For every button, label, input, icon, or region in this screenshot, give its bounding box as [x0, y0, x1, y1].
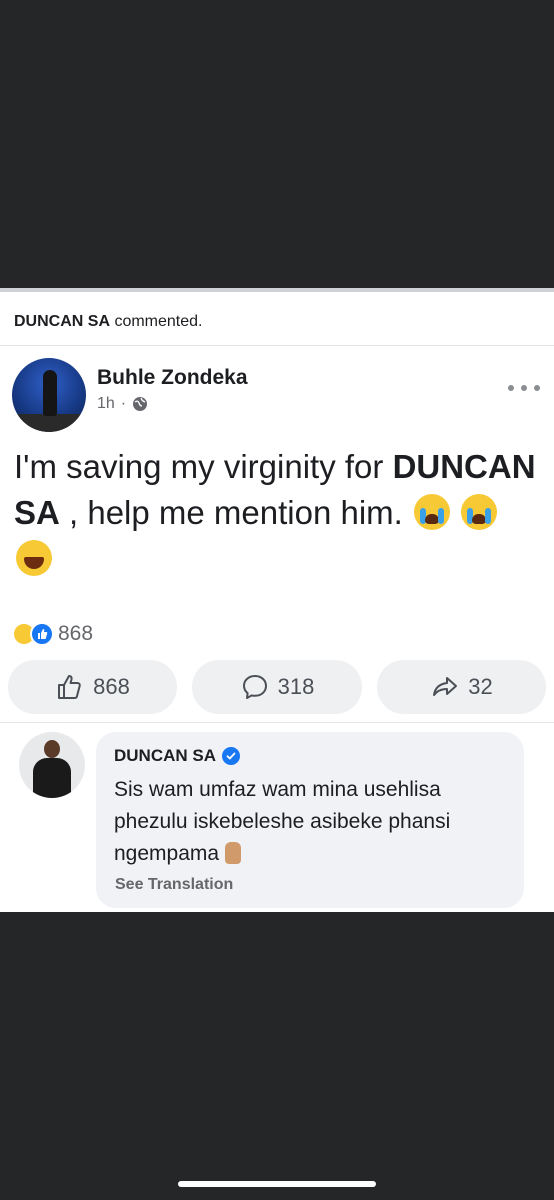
activity-header: DUNCAN SA commented. [0, 296, 554, 346]
comment-count: 318 [277, 674, 315, 699]
reactions-summary[interactable]: 868 [12, 622, 93, 646]
divider [0, 722, 554, 723]
post-text-after: , help me mention him. [59, 494, 403, 531]
author-name[interactable]: Buhle Zondeka [97, 366, 248, 390]
author-avatar[interactable] [12, 358, 86, 432]
verified-badge-icon [222, 747, 240, 765]
face-with-tears-of-joy-icon [16, 540, 52, 576]
like-reaction-icon [30, 622, 54, 646]
share-button[interactable]: 32 [377, 660, 546, 714]
activity-actor[interactable]: DUNCAN SA [14, 313, 110, 330]
like-count: 868 [93, 674, 130, 699]
comment-button[interactable]: 318 [192, 660, 362, 714]
comment-text-block: Sis wam umfaz wam mina usehlisa phezulu … [114, 774, 506, 870]
crossed-fingers-icon [225, 842, 242, 864]
meta-separator: · [120, 395, 127, 412]
reaction-count: 868 [58, 622, 94, 645]
comment-author[interactable]: DUNCAN SA [114, 746, 506, 766]
top-dark-area [0, 0, 554, 288]
activity-action: commented. [114, 313, 203, 330]
post-time[interactable]: 1h [97, 395, 115, 413]
post-card: DUNCAN SA commented. Buhle Zondeka 1h · … [0, 288, 554, 912]
post-meta: 1h · [97, 395, 148, 413]
post-text-before: I'm saving my virginity for [14, 448, 393, 485]
comment-text: Sis wam umfaz wam mina usehlisa phezulu … [114, 778, 451, 865]
loudly-crying-face-icon [414, 494, 451, 530]
like-button[interactable]: 868 [8, 660, 177, 714]
post-text: I'm saving my virginity for DUNCAN SA , … [14, 444, 544, 582]
comment-bubble: DUNCAN SA Sis wam umfaz wam mina usehlis… [96, 732, 524, 908]
comment-author-name[interactable]: DUNCAN SA [114, 746, 216, 766]
globe-icon [133, 397, 148, 411]
see-translation-link[interactable]: See Translation [115, 876, 233, 894]
comment-icon [242, 675, 267, 699]
commenter-avatar[interactable] [19, 732, 85, 798]
share-count: 32 [468, 674, 493, 699]
share-icon [433, 677, 458, 696]
more-options-icon[interactable] [508, 382, 540, 394]
loudly-crying-face-icon [461, 494, 498, 530]
thumbs-up-icon [58, 675, 81, 699]
home-indicator[interactable] [178, 1181, 376, 1187]
